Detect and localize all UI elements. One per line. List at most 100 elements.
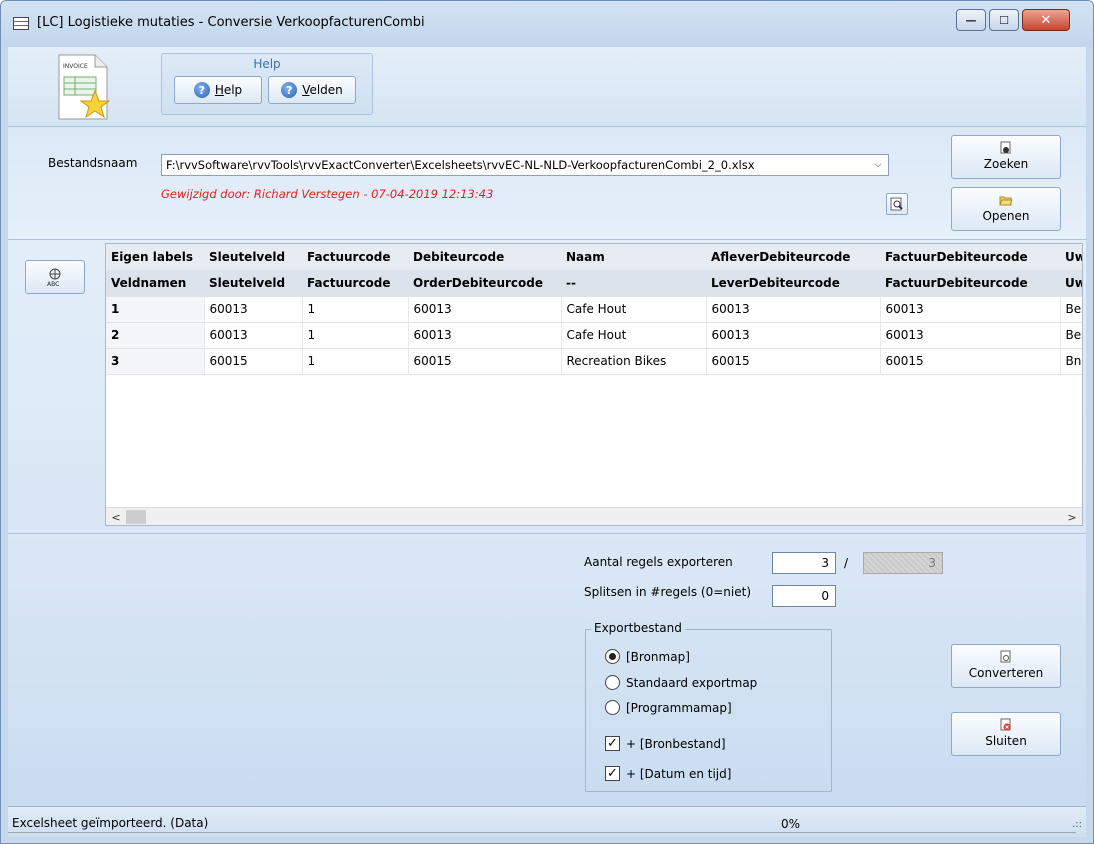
radio-button[interactable]: [605, 649, 620, 664]
radio-button[interactable]: [605, 700, 620, 715]
table-cell[interactable]: Bes: [1060, 296, 1082, 323]
maximize-button[interactable]: ☐: [989, 9, 1019, 31]
close-window-button[interactable]: ✕: [1022, 9, 1070, 31]
search-file-button[interactable]: Zoeken: [951, 135, 1061, 179]
scroll-left-icon[interactable]: <: [108, 509, 124, 525]
status-bar: Excelsheet geïmporteerd. (Data) 0% .::: [8, 806, 1086, 837]
table-cell[interactable]: Bes: [1060, 322, 1082, 349]
grid-panel: ABC Eigen labels Sleutelveld Factuurcode…: [8, 240, 1086, 534]
table-row[interactable]: 3 60015 1 60015 Recreation Bikes 60015 6…: [106, 348, 1082, 375]
row-number[interactable]: 1: [106, 296, 205, 323]
table-cell[interactable]: 60013: [204, 296, 303, 323]
help-button-label: Help: [214, 83, 243, 97]
scroll-right-icon[interactable]: >: [1064, 509, 1080, 525]
table-row[interactable]: 2 60013 1 60013 Cafe Hout 60013 60013 Be…: [106, 322, 1082, 349]
header-cell[interactable]: Uw: [1060, 244, 1082, 271]
status-text: Excelsheet geïmporteerd. (Data): [12, 816, 209, 830]
question-icon: ?: [193, 82, 210, 98]
convert-button[interactable]: Converteren: [951, 644, 1061, 688]
client-area: INVOICE Help ? Help ? Velden Bestandsnaa…: [8, 47, 1086, 837]
check-label: + [Bronbestand]: [626, 736, 726, 751]
close-document-icon: [1000, 718, 1011, 731]
horizontal-scrollbar[interactable]: < >: [106, 507, 1082, 525]
option-label: Standaard exportmap: [626, 675, 758, 690]
labels-toggle-button[interactable]: ABC: [25, 260, 85, 294]
modified-info: Gewijzigd door: Richard Verstegen - 07-0…: [161, 187, 494, 201]
resize-grip-icon[interactable]: .::: [1072, 819, 1082, 830]
table-cell[interactable]: 1: [302, 296, 409, 323]
help-button[interactable]: ? Help: [174, 76, 262, 104]
scroll-thumb[interactable]: [126, 510, 146, 524]
table-cell[interactable]: 60013: [880, 322, 1061, 349]
open-file-button[interactable]: Openen: [951, 187, 1061, 231]
field-cell[interactable]: OrderDebiteurcode: [408, 270, 561, 297]
option-label: [Programmamap]: [626, 700, 732, 715]
filename-value: F:\rvvSoftware\rvvTools\rvvExactConverte…: [166, 158, 755, 172]
table-cell[interactable]: 1: [302, 348, 409, 375]
split-label: Splitsen in #regels (0=niet): [584, 585, 752, 599]
table-row[interactable]: 1 60013 1 60013 Cafe Hout 60013 60013 Be…: [106, 296, 1082, 323]
export-group-title: Exportbestand: [591, 621, 685, 635]
header-cell[interactable]: AfleverDebiteurcode: [706, 244, 880, 271]
table-cell[interactable]: 60015: [408, 348, 562, 375]
table-cell[interactable]: 60013: [204, 322, 303, 349]
check-date-time[interactable]: ✓ + [Datum en tijd]: [605, 766, 731, 781]
header-fields-row: Veldnamen Sleutelveld Factuurcode OrderD…: [106, 270, 1082, 297]
rows-separator: /: [844, 556, 849, 570]
header-cell[interactable]: Debiteurcode: [408, 244, 561, 271]
table-cell[interactable]: 60013: [408, 322, 562, 349]
export-panel: Aantal regels exporteren 3 / 3 Splitsen …: [8, 534, 1086, 806]
help-group: Help ? Help ? Velden: [161, 53, 373, 115]
field-cell[interactable]: --: [561, 270, 706, 297]
field-cell[interactable]: Sleutelveld: [204, 270, 302, 297]
toolbar-panel: INVOICE Help ? Help ? Velden: [8, 47, 1086, 127]
field-cell[interactable]: Factuurcode: [302, 270, 408, 297]
field-cell[interactable]: Veldnamen: [106, 270, 204, 297]
search-file-icon: [1000, 141, 1011, 154]
table-cell[interactable]: 60013: [880, 296, 1061, 323]
field-cell[interactable]: FactuurDebiteurcode: [880, 270, 1060, 297]
filename-combobox[interactable]: F:\rvvSoftware\rvvTools\rvvExactConverte…: [161, 154, 889, 176]
data-grid[interactable]: Eigen labels Sleutelveld Factuurcode Deb…: [105, 243, 1083, 526]
table-cell[interactable]: 60015: [880, 348, 1061, 375]
table-cell[interactable]: Recreation Bikes: [561, 348, 707, 375]
header-labels-row: Eigen labels Sleutelveld Factuurcode Deb…: [106, 244, 1082, 271]
table-cell[interactable]: Cafe Hout: [561, 296, 707, 323]
table-cell[interactable]: 60013: [706, 296, 881, 323]
close-button[interactable]: Sluiten: [951, 712, 1061, 756]
option-default-export-folder[interactable]: Standaard exportmap: [605, 675, 757, 690]
convert-label: Converteren: [968, 666, 1044, 680]
table-cell[interactable]: 60015: [204, 348, 303, 375]
table-cell[interactable]: 60013: [706, 322, 881, 349]
title-bar[interactable]: [LC] Logistieke mutaties - Conversie Ver…: [1, 1, 1093, 47]
checkbox[interactable]: ✓: [605, 736, 620, 751]
header-cell[interactable]: Eigen labels: [106, 244, 204, 271]
abc-globe-icon: ABC: [47, 268, 61, 287]
option-source-folder[interactable]: [Bronmap]: [605, 649, 690, 664]
row-number[interactable]: 3: [106, 348, 205, 375]
preview-button[interactable]: [886, 193, 908, 215]
row-number[interactable]: 2: [106, 322, 205, 349]
check-source-file[interactable]: ✓ + [Bronbestand]: [605, 736, 726, 751]
checkbox[interactable]: ✓: [605, 766, 620, 781]
table-cell[interactable]: 60013: [408, 296, 562, 323]
table-cell[interactable]: 1: [302, 322, 409, 349]
table-cell[interactable]: 60015: [706, 348, 881, 375]
rows-export-input[interactable]: 3: [772, 552, 836, 574]
header-cell[interactable]: FactuurDebiteurcode: [880, 244, 1060, 271]
table-cell[interactable]: Bnr: [1060, 348, 1082, 375]
fields-button[interactable]: ? Velden: [268, 76, 356, 104]
minimize-icon: —: [965, 13, 977, 27]
split-input[interactable]: 0: [772, 585, 836, 607]
radio-button[interactable]: [605, 675, 620, 690]
header-cell[interactable]: Naam: [561, 244, 706, 271]
header-cell[interactable]: Factuurcode: [302, 244, 408, 271]
chevron-down-icon[interactable]: ⌵: [870, 157, 886, 173]
minimize-button[interactable]: —: [956, 9, 986, 31]
field-cell[interactable]: LeverDebiteurcode: [706, 270, 880, 297]
table-cell[interactable]: Cafe Hout: [561, 322, 707, 349]
rows-export-label: Aantal regels exporteren: [584, 555, 733, 569]
field-cell[interactable]: Uw: [1060, 270, 1082, 297]
header-cell[interactable]: Sleutelveld: [204, 244, 302, 271]
option-program-folder[interactable]: [Programmamap]: [605, 700, 732, 715]
